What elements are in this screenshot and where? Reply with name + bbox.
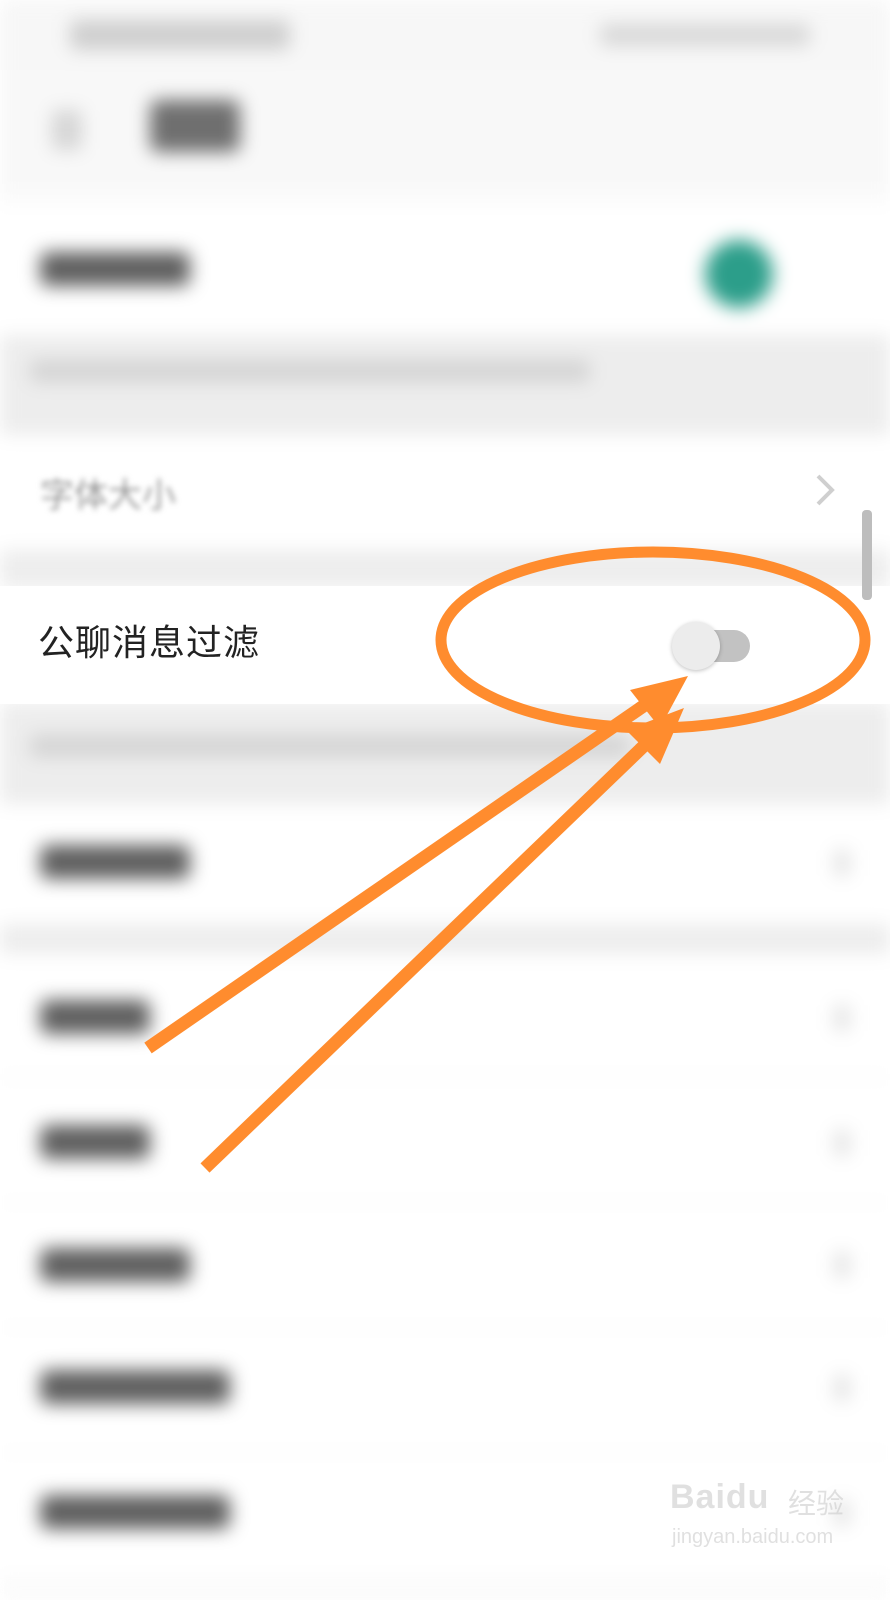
public-chat-filter-label: 公聊消息过滤 (38, 623, 261, 664)
page-title (150, 100, 240, 152)
chevron-right-icon (834, 1005, 850, 1031)
status-bar-left (70, 20, 290, 50)
public-chat-filter-toggle[interactable] (672, 622, 752, 670)
settings-row-6-label (40, 1248, 190, 1282)
watermark-suffix: 经验 (788, 1487, 845, 1520)
chevron-right-icon (834, 850, 850, 876)
settings-row-4-label (40, 1000, 150, 1034)
settings-row-1-label (40, 252, 190, 286)
settings-row-5-label (40, 1125, 150, 1159)
settings-row-1-hint (30, 360, 590, 382)
status-bar-right (600, 24, 810, 46)
section-divider-2 (0, 924, 890, 954)
settings-row-3-label (40, 845, 190, 879)
scrollbar[interactable] (862, 510, 872, 600)
chevron-right-icon (834, 1252, 850, 1278)
settings-row-7-label (40, 1370, 230, 1404)
status-bar (0, 0, 890, 70)
filter-hint (30, 735, 630, 757)
chevron-right-icon (834, 1375, 850, 1401)
watermark-logo: Baidu (670, 1478, 770, 1516)
chevron-right-icon (834, 1130, 850, 1156)
settings-row-8-label (40, 1495, 230, 1529)
toggle-on-switch[interactable] (705, 240, 773, 308)
settings-row-1-hint-band (0, 335, 890, 435)
title-bar (0, 70, 890, 190)
watermark-url: jingyan.baidu.com (672, 1526, 834, 1548)
blurred-background (0, 0, 890, 1600)
back-button[interactable] (52, 110, 82, 150)
chevron-right-icon (816, 474, 835, 506)
font-size-row-label: 字体大小 (40, 476, 176, 516)
section-divider (0, 550, 890, 586)
baidu-watermark: Baidu 经验 jingyan.baidu.com (670, 1470, 870, 1560)
toggle-thumb (672, 622, 720, 670)
